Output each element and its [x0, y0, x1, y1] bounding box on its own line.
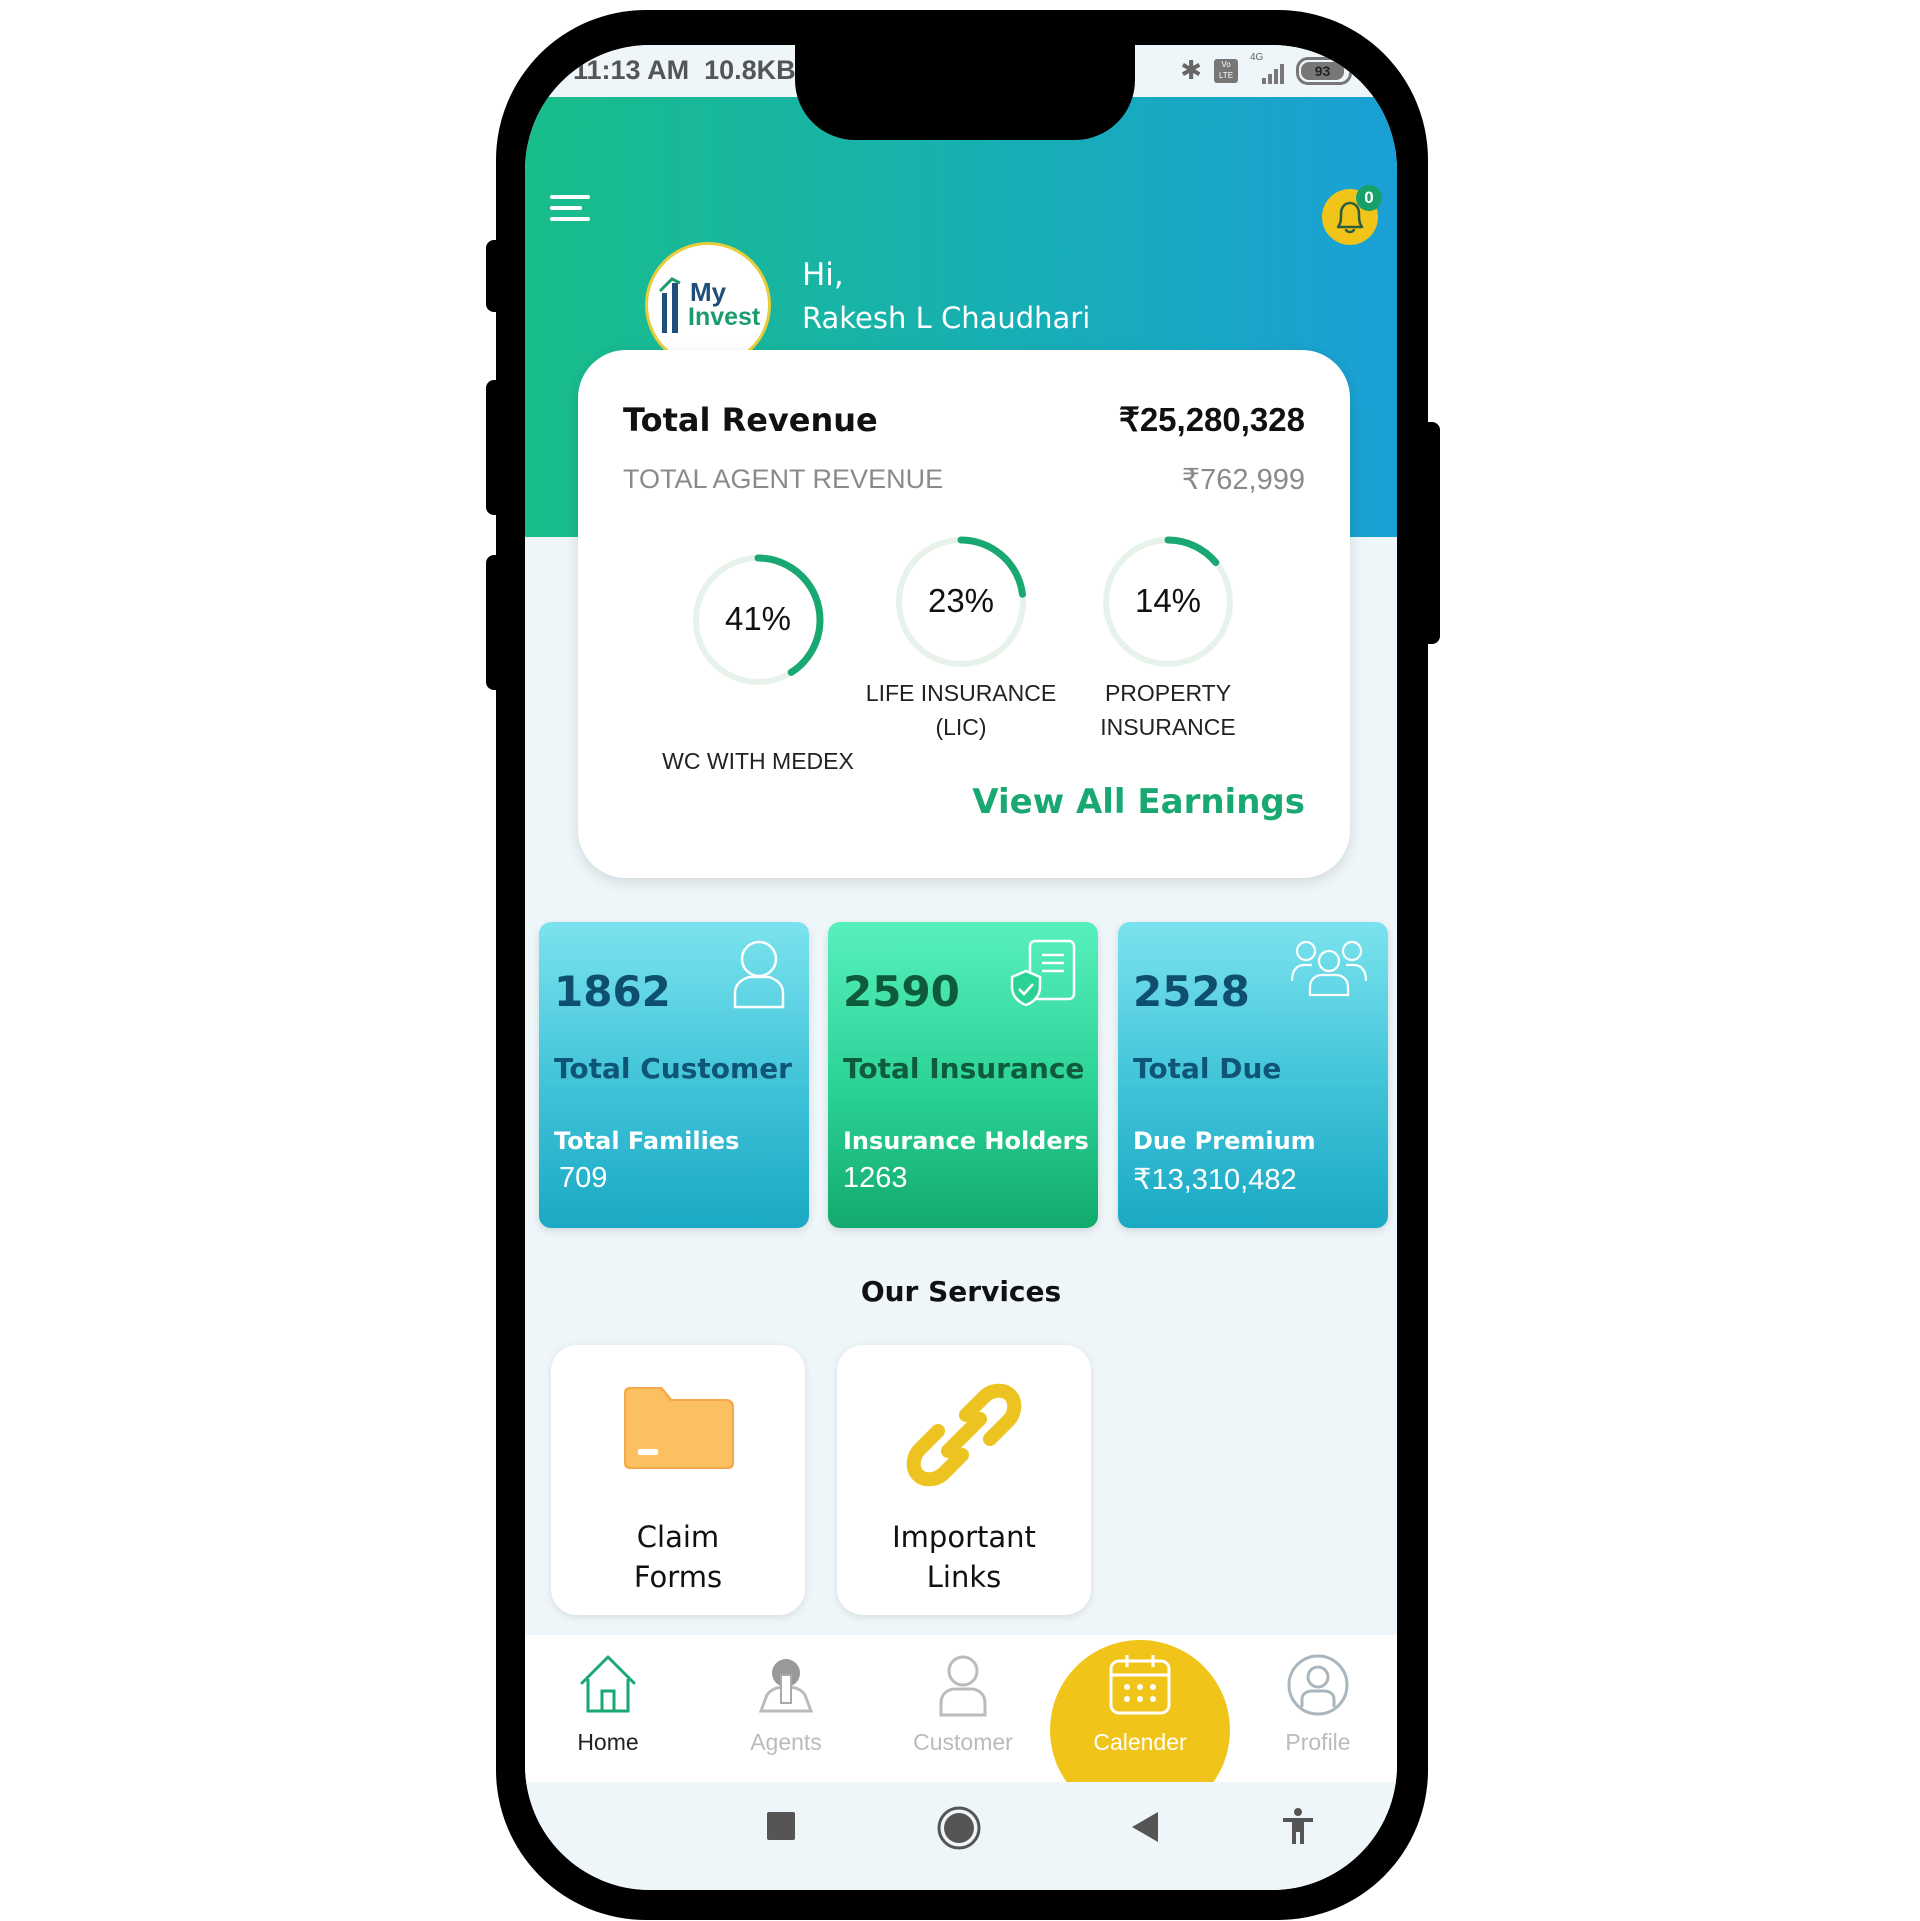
- bottom-navigation: Home Agents Customer Calender Profile: [525, 1635, 1397, 1820]
- ring-percent: 41%: [724, 600, 792, 637]
- revenue-ring-2: 14% PROPERTY INSURANCE: [1058, 532, 1278, 744]
- stat-number: 2590: [843, 967, 960, 1016]
- circle-icon: [937, 1806, 981, 1850]
- nav-label: Profile: [1285, 1729, 1351, 1755]
- stat-sub-label: Total Families: [554, 1127, 740, 1155]
- agent-revenue-value: ₹762,999: [1181, 464, 1305, 496]
- greeting: Hi,: [802, 257, 844, 293]
- stat-sub-label: Due Premium: [1133, 1127, 1316, 1155]
- ring-percent: 23%: [927, 582, 995, 619]
- stat-sub-value: 709: [559, 1162, 608, 1194]
- nav-label: Home: [577, 1729, 639, 1755]
- accessibility-icon: [1283, 1808, 1313, 1844]
- nav-home[interactable]: Home: [533, 1635, 683, 1782]
- user-name: Rakesh L Chaudhari: [802, 301, 1091, 335]
- service-claim-forms[interactable]: Claim Forms: [551, 1345, 805, 1615]
- link-icon: [906, 1383, 1022, 1487]
- phone-notch: [795, 10, 1135, 140]
- service-label: Claim: [636, 1520, 720, 1554]
- stat-sub-value: 1263: [843, 1162, 908, 1194]
- folder-icon: [624, 1387, 734, 1469]
- stat-sub-value: ₹13,310,482: [1133, 1164, 1297, 1196]
- stat-card-total-due[interactable]: 2528 Total Due Due Premium ₹13,310,482: [1118, 922, 1388, 1228]
- stat-card-total-insurance[interactable]: 2590 Total Insurance Insurance Holders 1…: [828, 922, 1098, 1228]
- nav-calender[interactable]: Calender: [1050, 1635, 1230, 1820]
- view-all-earnings-link[interactable]: View All Earnings: [972, 782, 1305, 822]
- home-system-button[interactable]: [937, 1806, 981, 1854]
- user-icon: [733, 940, 785, 1009]
- revenue-ring-1: 23% LIFE INSURANCE (LIC): [851, 532, 1071, 744]
- stat-number: 1862: [554, 967, 671, 1016]
- stat-title: Total Insurance: [843, 1052, 1085, 1085]
- services-title: Our Services: [860, 1275, 1062, 1308]
- agent-revenue-label: TOTAL AGENT REVENUE: [623, 464, 944, 494]
- ring-percent: 14%: [1134, 582, 1202, 619]
- service-label: Important: [892, 1520, 1036, 1554]
- profile-icon: [1287, 1654, 1349, 1716]
- nav-customer[interactable]: Customer: [888, 1635, 1038, 1782]
- nav-label: Agents: [750, 1729, 822, 1755]
- revenue-card: Total Revenue ₹25,280,328 TOTAL AGENT RE…: [578, 350, 1350, 878]
- revenue-ring-0: 41% WC WITH MEDEX: [648, 550, 868, 778]
- service-important-links[interactable]: Important Links: [837, 1345, 1091, 1615]
- nav-profile[interactable]: Profile: [1243, 1635, 1393, 1782]
- back-button[interactable]: [1128, 1810, 1160, 1848]
- ring-label: WC WITH MEDEX: [662, 748, 854, 774]
- home-icon: [580, 1655, 636, 1713]
- nav-label: Calender: [1093, 1729, 1187, 1755]
- insurance-document-icon: [1010, 939, 1076, 1007]
- system-navigation-bar: [525, 1782, 1397, 1890]
- calendar-icon: [1109, 1655, 1171, 1715]
- stat-card-total-customer[interactable]: 1862 Total Customer Total Families 709: [539, 922, 809, 1228]
- total-revenue-label: Total Revenue: [623, 400, 878, 439]
- volte-icon: Vo LTE: [1214, 58, 1238, 83]
- stat-title: Total Customer: [554, 1052, 792, 1085]
- logo-chart-icon: [658, 277, 681, 333]
- stat-number: 2528: [1133, 967, 1250, 1016]
- battery-level: 93: [1301, 61, 1344, 80]
- accessibility-button[interactable]: [1281, 1808, 1315, 1850]
- status-time: 11:13 AM 10.8KB: [573, 55, 796, 85]
- group-icon: [1290, 940, 1368, 997]
- signal-icon: 4G: [1250, 52, 1284, 84]
- total-revenue-value: ₹25,280,328: [1118, 401, 1305, 438]
- recents-button[interactable]: [765, 1810, 797, 1846]
- stat-title: Total Due: [1133, 1052, 1282, 1085]
- customer-icon: [939, 1655, 987, 1717]
- nav-label: Customer: [913, 1729, 1013, 1755]
- notification-badge: 0: [1356, 185, 1382, 211]
- notification-button[interactable]: 0: [1322, 185, 1382, 245]
- stat-sub-label: Insurance Holders: [843, 1127, 1089, 1155]
- square-icon: [767, 1812, 795, 1840]
- app-screen: 11:13 AM 10.8KB ✱ Vo LTE 4G 93 0 My Inve…: [525, 45, 1397, 1890]
- menu-button[interactable]: [550, 195, 590, 225]
- back-triangle-icon: [1132, 1812, 1158, 1842]
- ring-label: LIFE INSURANCE: [865, 680, 1057, 706]
- ring-label: PROPERTY: [1104, 680, 1232, 706]
- battery-icon: 93: [1296, 56, 1352, 85]
- nav-agents[interactable]: Agents: [711, 1635, 861, 1782]
- agent-icon: [758, 1659, 814, 1713]
- bluetooth-icon: ✱: [1180, 55, 1202, 85]
